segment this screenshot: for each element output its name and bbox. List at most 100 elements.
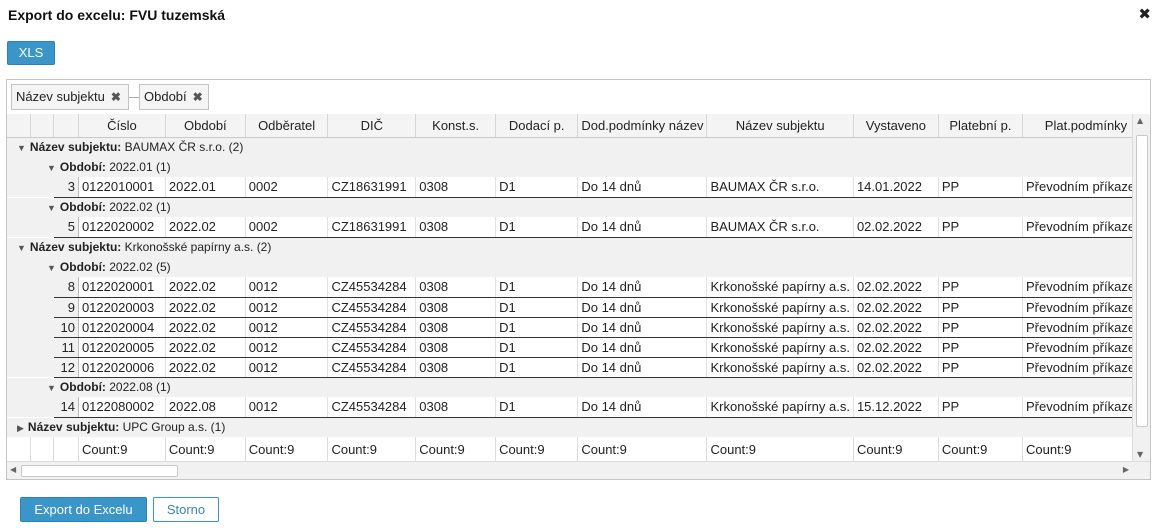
column-header-cislo[interactable]: Číslo: [78, 114, 166, 138]
cell-cislo[interactable]: 0122020002: [78, 217, 166, 238]
cell-dic[interactable]: CZ45534284: [327, 337, 417, 358]
cell-dodaci-p[interactable]: D1: [495, 297, 579, 318]
cell-nazev-subjektu[interactable]: Krkonošské papírny a.s.: [706, 317, 854, 338]
horizontal-scrollbar[interactable]: ◀ ▶: [7, 461, 1150, 479]
cell-plat-podminky[interactable]: Převodním příkazem: [1022, 177, 1150, 198]
cell-odberatel[interactable]: 0012: [245, 297, 329, 318]
cell-obdobi[interactable]: 2022.02: [165, 337, 246, 358]
group-chip-obdobi[interactable]: Období ✖: [139, 84, 209, 110]
cell-obdobi[interactable]: 2022.08: [165, 397, 246, 418]
column-header-plat-podminky[interactable]: Plat.podmínky: [1022, 114, 1150, 138]
cell-nazev-subjektu[interactable]: Krkonošské papírny a.s.: [706, 297, 854, 318]
scroll-up-icon[interactable]: ▲: [1137, 116, 1143, 125]
table-row[interactable]: 12 0122020006 2022.02 0012 CZ45534284 0308 D1 D…: [7, 357, 1150, 378]
horizontal-scroll-thumb[interactable]: [21, 465, 178, 477]
cell-nazev-subjektu[interactable]: Krkonošské papírny a.s.: [706, 277, 854, 298]
cell-odberatel[interactable]: 0012: [245, 397, 329, 418]
column-header-dodaci-p[interactable]: Dodací p.: [495, 114, 579, 138]
cell-plat-podminky[interactable]: Převodním příkazem: [1022, 297, 1150, 318]
cell-cislo[interactable]: 0122020003: [78, 297, 166, 318]
cell-vystaveno[interactable]: 02.02.2022: [853, 297, 939, 318]
cell-dod-podminky-nazev[interactable]: Do 14 dnů: [577, 357, 708, 378]
cell-nazev-subjektu[interactable]: Krkonošské papírny a.s.: [706, 337, 854, 358]
group-row-period[interactable]: ▼ Období: 2022.02 (1): [7, 197, 1150, 217]
cell-dic[interactable]: CZ45534284: [327, 297, 417, 318]
expand-triangle-icon[interactable]: ▼: [47, 263, 56, 273]
cell-dodaci-p[interactable]: D1: [495, 277, 579, 298]
expand-triangle-icon[interactable]: ▼: [17, 143, 26, 153]
cell-cislo[interactable]: 0122020001: [78, 277, 166, 298]
expand-triangle-icon[interactable]: ▼: [47, 383, 56, 393]
cell-plat-podminky[interactable]: Převodním příkazem: [1022, 357, 1150, 378]
table-row[interactable]: 11 0122020005 2022.02 0012 CZ45534284 0308 D1 D…: [7, 337, 1150, 358]
cell-konst-s[interactable]: 0308: [415, 397, 497, 418]
cell-dod-podminky-nazev[interactable]: Do 14 dnů: [577, 177, 708, 198]
cell-plat-podminky[interactable]: Převodním příkazem: [1022, 337, 1150, 358]
group-row-period[interactable]: ▼ Období: 2022.02 (5): [7, 257, 1150, 277]
group-row-period[interactable]: ▼ Období: 2022.08 (1): [7, 377, 1150, 397]
cell-konst-s[interactable]: 0308: [415, 217, 497, 238]
vertical-scroll-thumb[interactable]: [1136, 135, 1148, 427]
table-row[interactable]: 14 0122080002 2022.08 0012 CZ45534284 0308 D1 D…: [7, 397, 1150, 418]
cell-cislo[interactable]: 0122020005: [78, 337, 166, 358]
scroll-left-icon[interactable]: ◀: [10, 465, 16, 474]
cell-dodaci-p[interactable]: D1: [495, 317, 579, 338]
cell-konst-s[interactable]: 0308: [415, 177, 497, 198]
cell-dod-podminky-nazev[interactable]: Do 14 dnů: [577, 317, 708, 338]
xls-button[interactable]: XLS: [7, 41, 55, 65]
cell-dic[interactable]: CZ45534284: [327, 357, 417, 378]
cell-cislo[interactable]: 0122080002: [78, 397, 166, 418]
cell-odberatel[interactable]: 0012: [245, 337, 329, 358]
cell-dodaci-p[interactable]: D1: [495, 217, 579, 238]
remove-icon[interactable]: ✖: [111, 85, 121, 109]
cell-platebni-p[interactable]: PP: [938, 177, 1023, 198]
cell-dodaci-p[interactable]: D1: [495, 397, 579, 418]
remove-icon[interactable]: ✖: [193, 85, 203, 109]
cell-odberatel[interactable]: 0002: [245, 177, 329, 198]
cell-odberatel[interactable]: 0002: [245, 217, 329, 238]
table-row[interactable]: 8 0122020001 2022.02 0012 CZ45534284 0308 D1 Do…: [7, 277, 1150, 298]
cell-nazev-subjektu[interactable]: Krkonošské papírny a.s.: [706, 397, 854, 418]
cell-platebni-p[interactable]: PP: [938, 357, 1023, 378]
cell-dic[interactable]: CZ45534284: [327, 317, 417, 338]
column-header-odberatel[interactable]: Odběratel: [245, 114, 329, 138]
cell-plat-podminky[interactable]: Převodním příkazem: [1022, 217, 1150, 238]
cell-dod-podminky-nazev[interactable]: Do 14 dnů: [577, 337, 708, 358]
export-to-excel-button[interactable]: Export do Excelu: [20, 497, 147, 522]
cell-obdobi[interactable]: 2022.02: [165, 297, 246, 318]
cell-vystaveno[interactable]: 02.02.2022: [853, 357, 939, 378]
collapse-triangle-icon[interactable]: ▶: [17, 423, 24, 434]
cell-obdobi[interactable]: 2022.02: [165, 357, 246, 378]
cell-plat-podminky[interactable]: Převodním příkazem: [1022, 397, 1150, 418]
cell-platebni-p[interactable]: PP: [938, 277, 1023, 298]
cell-dodaci-p[interactable]: D1: [495, 177, 579, 198]
group-row-subject[interactable]: ▶ Název subjektu: UPC Group a.s. (1): [7, 417, 1150, 437]
column-header-obdobi[interactable]: Období: [165, 114, 246, 138]
cell-konst-s[interactable]: 0308: [415, 317, 497, 338]
cell-cislo[interactable]: 0122020004: [78, 317, 166, 338]
cell-plat-podminky[interactable]: Převodním příkazem: [1022, 317, 1150, 338]
cell-platebni-p[interactable]: PP: [938, 317, 1023, 338]
cell-odberatel[interactable]: 0012: [245, 357, 329, 378]
table-row[interactable]: 10 0122020004 2022.02 0012 CZ45534284 0308 D1 D…: [7, 317, 1150, 338]
close-icon[interactable]: ✖: [1138, 5, 1151, 23]
cell-konst-s[interactable]: 0308: [415, 357, 497, 378]
cell-konst-s[interactable]: 0308: [415, 337, 497, 358]
group-row-period[interactable]: ▼ Období: 2022.01 (1): [7, 157, 1150, 177]
cell-cislo[interactable]: 0122020006: [78, 357, 166, 378]
cell-vystaveno[interactable]: 02.02.2022: [853, 277, 939, 298]
group-chip-nazev-subjektu[interactable]: Název subjektu ✖: [11, 84, 129, 110]
cell-obdobi[interactable]: 2022.02: [165, 317, 246, 338]
column-header-vystaveno[interactable]: Vystaveno: [853, 114, 939, 138]
cell-odberatel[interactable]: 0012: [245, 277, 329, 298]
cancel-button[interactable]: Storno: [153, 497, 219, 522]
cell-dod-podminky-nazev[interactable]: Do 14 dnů: [577, 217, 708, 238]
column-header-nazev-subjektu[interactable]: Název subjektu: [706, 114, 854, 138]
table-row[interactable]: 5 0122020002 2022.02 0002 CZ18631991 0308 D1 Do…: [7, 217, 1150, 238]
expand-triangle-icon[interactable]: ▼: [47, 163, 56, 173]
cell-dic[interactable]: CZ18631991: [327, 217, 417, 238]
group-row-subject[interactable]: ▼ Název subjektu: BAUMAX ČR s.r.o. (2): [7, 137, 1150, 157]
cell-obdobi[interactable]: 2022.02: [165, 217, 246, 238]
cell-platebni-p[interactable]: PP: [938, 337, 1023, 358]
cell-platebni-p[interactable]: PP: [938, 217, 1023, 238]
